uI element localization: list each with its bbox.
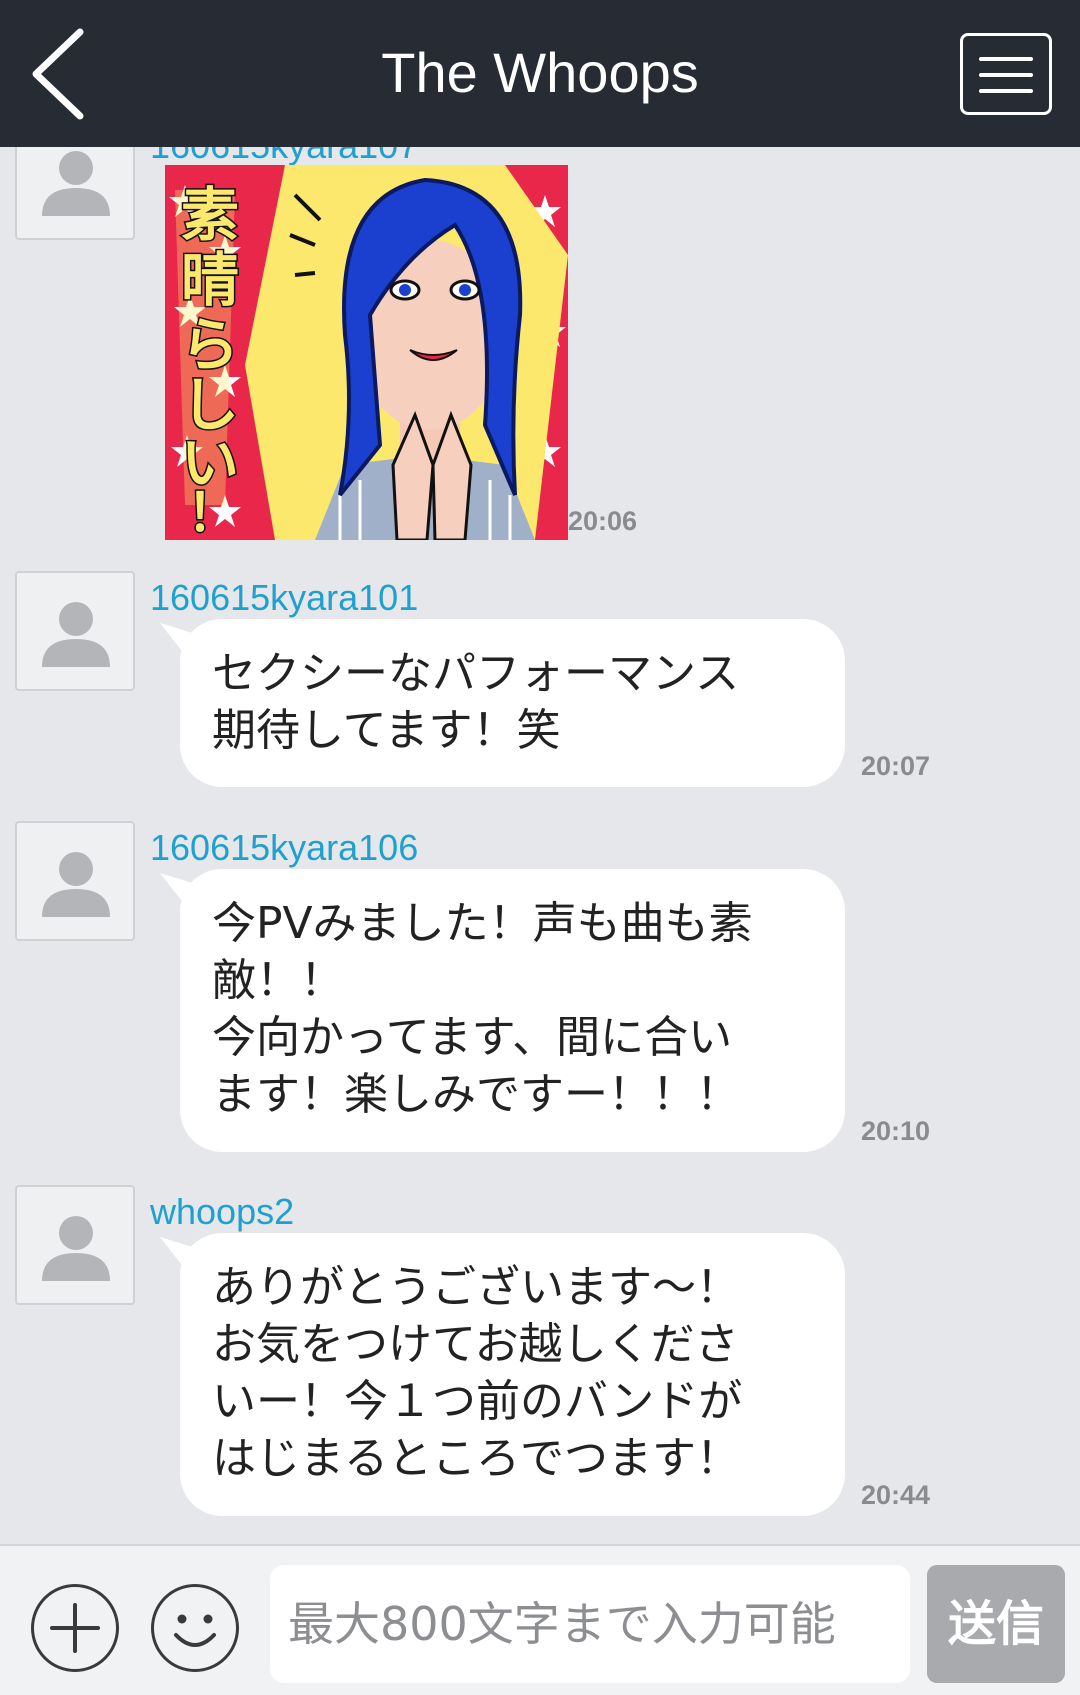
message-time: 20:06	[568, 506, 638, 536]
message-bubble[interactable]: セクシーなパフォーマンス 期待してます！笑	[180, 619, 845, 787]
message-text-line: 敵！！	[212, 955, 344, 1006]
message-time: 20:44	[861, 1480, 931, 1510]
user-silhouette-icon	[42, 602, 110, 667]
chat-history[interactable]: 160615kyara107	[0, 147, 1080, 1544]
plus-circle-icon	[50, 1603, 100, 1653]
sticker-image[interactable]: 素 晴 ら し い ！	[165, 165, 568, 540]
message-text-line: 期待してます！笑	[212, 705, 561, 756]
message-text-line: ありがとうございます〜！	[212, 1262, 740, 1313]
smiley-icon	[174, 1614, 216, 1647]
message-username: 160615kyara101	[150, 577, 419, 618]
message-bubble[interactable]: ありがとうございます〜！ お気をつけてお越しくださ いー！今１つ前のバンドが は…	[180, 1233, 845, 1516]
user-silhouette-icon	[42, 1216, 110, 1281]
avatar[interactable]	[15, 571, 135, 691]
message-text-line: セクシーなパフォーマンス	[212, 648, 740, 699]
message-time: 20:10	[861, 1116, 931, 1146]
avatar[interactable]	[15, 821, 135, 941]
message-text-line: 今PVみました！声も曲も素	[212, 898, 753, 949]
emoji-button[interactable]	[151, 1584, 239, 1672]
message-text-line: お気をつけてお越しくださ	[212, 1319, 739, 1370]
message-username: 160615kyara106	[150, 827, 419, 868]
message-username: whoops2	[150, 1191, 295, 1232]
message-text-line: 今向かってます、間に合い	[212, 1012, 733, 1063]
svg-text:！: ！	[187, 484, 239, 540]
svg-text:ら: ら	[181, 311, 239, 379]
message-item: whoops2 ありがとうございます〜！ お気をつけてお越しくださ いー！今１つ…	[0, 1185, 1080, 1544]
svg-text:素: 素	[181, 181, 239, 249]
menu-button[interactable]	[960, 33, 1052, 115]
message-text-line: ます！楽しみですー！！！	[212, 1069, 740, 1120]
add-attachment-button[interactable]	[31, 1584, 119, 1672]
avatar[interactable]	[15, 147, 135, 240]
message-item: 160615kyara106 今PVみました！声も曲も素 敵！！ 今向かってます…	[0, 821, 1080, 1181]
composer-bar: 送信	[0, 1544, 1080, 1695]
message-username: 160615kyara107	[150, 147, 418, 167]
user-silhouette-icon	[42, 852, 110, 917]
avatar[interactable]	[15, 1185, 135, 1305]
message-bubble[interactable]: 今PVみました！声も曲も素 敵！！ 今向かってます、間に合い ます！楽しみですー…	[180, 869, 845, 1152]
page-title: The Whoops	[381, 41, 699, 104]
message-time: 20:07	[861, 751, 931, 781]
message-input[interactable]	[270, 1565, 910, 1683]
message-item: 160615kyara101 セクシーなパフォーマンス 期待してます！笑 20:…	[0, 571, 1080, 811]
send-button[interactable]: 送信	[927, 1565, 1065, 1683]
hamburger-menu-icon	[979, 57, 1033, 61]
svg-text:晴: 晴	[181, 246, 239, 314]
message-text-line: はじまるところでつます！	[212, 1433, 740, 1484]
header-bar: The Whoops	[0, 0, 1080, 147]
message-text-line: いー！今１つ前のバンドが	[212, 1376, 743, 1427]
user-silhouette-icon	[42, 151, 110, 216]
message-item: 160615kyara107	[0, 147, 1080, 567]
